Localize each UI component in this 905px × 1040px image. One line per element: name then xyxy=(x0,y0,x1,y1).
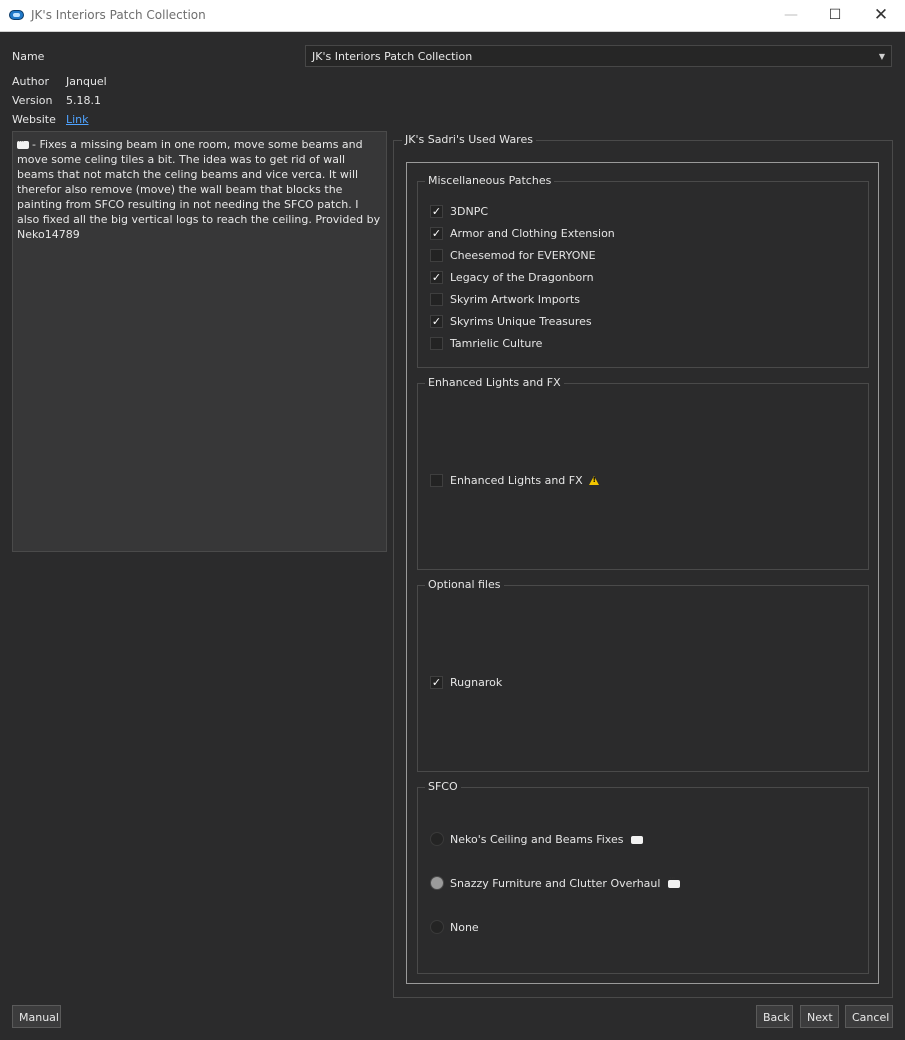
website-label: Website xyxy=(12,113,56,126)
cancel-button[interactable]: Cancel xyxy=(845,1005,893,1028)
radio-button[interactable] xyxy=(430,876,444,890)
comment-icon xyxy=(667,874,680,888)
title-bar: JK's Interiors Patch Collection — ☐ ✕ xyxy=(0,0,905,32)
option-label-row[interactable]: Enhanced Lights and FX xyxy=(450,474,599,487)
option-label[interactable]: Legacy of the Dragonborn xyxy=(450,271,594,284)
option-label[interactable]: Skyrim Artwork Imports xyxy=(450,293,580,306)
checkbox[interactable]: ✓ xyxy=(430,227,443,240)
option-label[interactable]: Armor and Clothing Extension xyxy=(450,227,615,240)
app-icon xyxy=(9,10,24,20)
option-label-row[interactable]: Neko's Ceiling and Beams Fixes xyxy=(450,830,646,846)
option-label[interactable]: Cheesemod for EVERYONE xyxy=(450,249,596,262)
comment-icon xyxy=(17,135,29,150)
version-value: 5.18.1 xyxy=(66,94,101,107)
name-select-value: JK's Interiors Patch Collection xyxy=(312,50,473,63)
checkbox[interactable]: ✓ xyxy=(430,315,443,328)
minimize-button[interactable]: — xyxy=(768,0,814,31)
group-title: Enhanced Lights and FX xyxy=(425,376,564,389)
name-label: Name xyxy=(12,50,45,63)
author-value: Janquel xyxy=(66,75,107,88)
group-title: Miscellaneous Patches xyxy=(425,174,555,187)
warning-icon xyxy=(588,476,599,485)
step-title: JK's Sadri's Used Wares xyxy=(402,133,536,146)
group-title: SFCO xyxy=(425,780,461,793)
radio-button[interactable] xyxy=(430,920,444,934)
description-text: - Fixes a missing beam in one room, move… xyxy=(17,138,381,241)
name-select[interactable]: JK's Interiors Patch Collection ▼ xyxy=(305,45,892,67)
description-panel: - Fixes a missing beam in one room, move… xyxy=(12,131,387,552)
group-title: Optional files xyxy=(425,578,504,591)
checkbox[interactable] xyxy=(430,293,443,306)
maximize-button[interactable]: ☐ xyxy=(812,0,858,31)
option-label: Snazzy Furniture and Clutter Overhaul xyxy=(450,877,661,890)
option-label[interactable]: Skyrims Unique Treasures xyxy=(450,315,592,328)
manual-button[interactable]: Manual xyxy=(12,1005,61,1028)
radio-button[interactable] xyxy=(430,832,444,846)
back-button[interactable]: Back xyxy=(756,1005,793,1028)
checkbox[interactable]: ✓ xyxy=(430,271,443,284)
option-label[interactable]: 3DNPC xyxy=(450,205,488,218)
checkbox[interactable] xyxy=(430,249,443,262)
checkbox[interactable]: ✓ xyxy=(430,205,443,218)
checkbox[interactable] xyxy=(430,337,443,350)
window-title: JK's Interiors Patch Collection xyxy=(31,8,206,22)
option-label-row[interactable]: Snazzy Furniture and Clutter Overhaul xyxy=(450,874,683,890)
option-label[interactable]: Tamrielic Culture xyxy=(450,337,542,350)
comment-icon xyxy=(630,830,643,844)
option-label: Neko's Ceiling and Beams Fixes xyxy=(450,833,624,846)
version-label: Version xyxy=(12,94,53,107)
checkbox[interactable]: ✓ xyxy=(430,676,443,689)
close-button[interactable]: ✕ xyxy=(858,0,904,31)
option-label[interactable]: Rugnarok xyxy=(450,676,502,689)
chevron-down-icon: ▼ xyxy=(878,52,885,61)
next-button[interactable]: Next xyxy=(800,1005,839,1028)
author-label: Author xyxy=(12,75,50,88)
option-label: Enhanced Lights and FX xyxy=(450,474,583,487)
option-label[interactable]: None xyxy=(450,921,479,934)
website-link[interactable]: Link xyxy=(66,113,89,126)
checkbox[interactable] xyxy=(430,474,443,487)
